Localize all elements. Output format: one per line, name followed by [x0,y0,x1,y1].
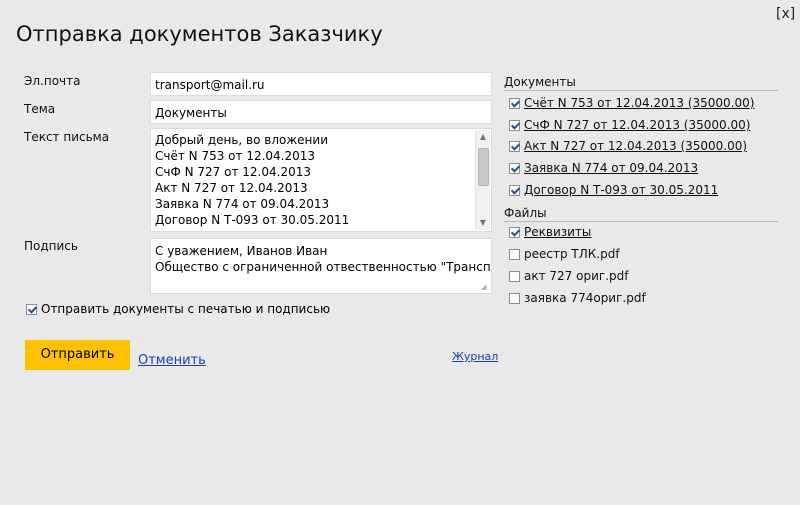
file-item[interactable]: Реквизиты [509,225,591,239]
signature-label: Подпись [24,239,78,253]
cancel-link[interactable]: Отменить [138,353,206,368]
email-input[interactable]: transport@mail.ru [150,72,492,96]
stamp-checkbox[interactable] [26,304,37,315]
body-textarea[interactable]: Добрый день, во вложении Счёт N 753 от 1… [150,128,492,232]
send-button[interactable]: Отправить [25,340,130,370]
stamp-checkbox-label: Отправить документы с печатью и подписью [41,302,331,316]
document-checkbox[interactable] [509,120,520,131]
document-link[interactable]: Заявка N 774 от 09.04.2013 [524,161,698,175]
document-checkbox[interactable] [509,98,520,109]
document-checkbox[interactable] [509,163,520,174]
scroll-thumb[interactable] [478,148,489,186]
file-checkbox[interactable] [509,293,520,304]
file-label: реестр ТЛК.pdf [524,247,620,261]
journal-link[interactable]: Журнал [452,350,498,363]
email-label: Эл.почта [24,74,81,88]
signature-line: С уважением, Иванов Иван [155,244,328,258]
file-item[interactable]: заявка 774ориг.pdf [509,291,646,305]
body-line: Акт N 727 от 12.04.2013 [155,181,308,195]
body-line: Счёт N 753 от 12.04.2013 [155,149,316,163]
file-item[interactable]: реестр ТЛК.pdf [509,247,620,261]
dialog-title: Отправка документов Заказчику [16,22,383,46]
body-line: Добрый день, во вложении [155,133,328,147]
file-link[interactable]: Реквизиты [524,225,591,239]
stamp-checkbox-row[interactable]: Отправить документы с печатью и подписью [26,302,330,316]
close-button[interactable]: [x] [776,6,795,22]
subject-label: Тема [24,102,56,116]
body-scrollbar[interactable]: ▲ ▼ [475,130,490,230]
signature-line: Общество с ограниченной отвественностью … [155,260,492,274]
body-line: СчФ N 727 от 12.04.2013 [155,165,311,179]
document-link[interactable]: Акт N 727 от 12.04.2013 (35000.00) [524,139,747,153]
file-item[interactable]: акт 727 ориг.pdf [509,269,628,283]
file-checkbox[interactable] [509,249,520,260]
document-checkbox[interactable] [509,185,520,196]
body-label: Текст письма [24,130,110,144]
resize-grip-icon[interactable]: ◢ [481,283,489,291]
file-label: заявка 774ориг.pdf [524,291,646,305]
body-line: Договор N Т-093 от 30.05.2011 [155,213,350,227]
document-item[interactable]: Счёт N 753 от 12.04.2013 (35000.00) [509,96,754,110]
document-checkbox[interactable] [509,141,520,152]
file-checkbox[interactable] [509,227,520,238]
document-link[interactable]: Счёт N 753 от 12.04.2013 (35000.00) [524,96,754,110]
document-item[interactable]: СчФ N 727 от 12.04.2013 (35000.00) [509,118,750,132]
scroll-up-icon[interactable]: ▲ [476,130,490,144]
file-label: акт 727 ориг.pdf [524,269,629,283]
signature-textarea[interactable]: С уважением, Иванов Иван Общество с огра… [150,238,492,294]
document-link[interactable]: СчФ N 727 от 12.04.2013 (35000.00) [524,118,750,132]
file-checkbox[interactable] [509,271,520,282]
scroll-down-icon[interactable]: ▼ [476,216,490,230]
subject-input[interactable]: Документы [150,100,492,124]
body-line: Заявка N 774 от 09.04.2013 [155,197,330,211]
documents-heading: Документы [504,75,778,91]
files-heading: Файлы [504,206,778,222]
document-item[interactable]: Акт N 727 от 12.04.2013 (35000.00) [509,139,747,153]
document-item[interactable]: Договор N Т-093 от 30.05.2011 [509,183,718,197]
document-item[interactable]: Заявка N 774 от 09.04.2013 [509,161,698,175]
document-link[interactable]: Договор N Т-093 от 30.05.2011 [524,183,718,197]
